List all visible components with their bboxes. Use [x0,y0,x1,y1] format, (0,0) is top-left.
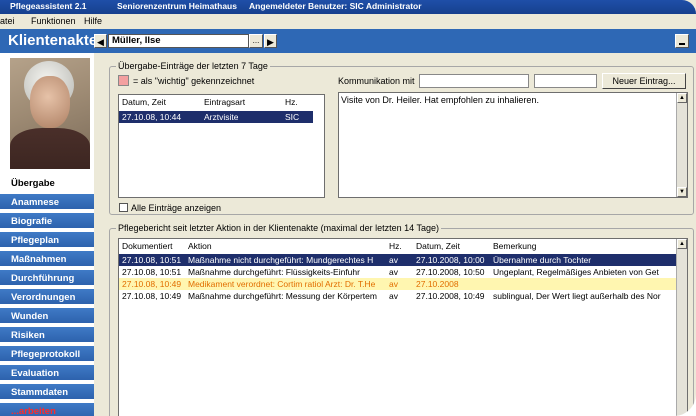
row-hz: av [389,279,398,289]
sidebar-item-arbeiten[interactable]: ...arbeiten [0,403,94,416]
col-header-datetime: Datum, Zeit [122,97,166,107]
important-legend: = als "wichtig" gekennzeichnet [133,76,255,86]
scroll-up-icon[interactable]: ▲ [677,93,687,103]
sidebar-item-verordnungen[interactable]: Verordnungen [0,289,94,306]
report-group-title: Pflegebericht seit letzter Aktion in der… [116,223,442,233]
menu-help[interactable]: Hilfe [84,14,102,28]
row-action: Maßnahme nicht durchgeführt: Mundgerecht… [188,255,374,265]
col-header-remark: Bemerkung [493,241,537,251]
report-scrollbar[interactable]: ▲ [676,239,687,416]
scroll-up-icon[interactable]: ▲ [677,239,687,249]
scroll-down-icon[interactable]: ▼ [677,187,687,197]
row-hz: av [389,255,398,265]
row-date: 27.10.2008 [416,279,459,289]
row-date: 27.10.2008, 10:00 [416,255,485,265]
sidebar-item-pflegeprotokoll[interactable]: Pflegeprotokoll [0,346,94,363]
sidebar-item-massnahmen[interactable]: Maßnahmen [0,251,94,268]
row-documented: 27.10.08, 10:51 [122,267,182,277]
col-header-type: Eintragsart [204,97,246,107]
show-all-checkbox[interactable] [119,203,128,212]
table-row[interactable]: 27.10.08, 10:51 Maßnahme nicht durchgefü… [119,254,676,266]
entry-datetime: 27.10.08, 10:44 [122,112,182,122]
sidebar-item-uebergabe[interactable]: Übergabe [0,175,94,192]
handover-list[interactable]: Datum, Zeit Eintragsart Hz. 27.10.08, 10… [118,94,325,198]
entry-hz: SIC [285,112,300,122]
menu-bar: atei Funktionen Hilfe [0,14,696,28]
minimize-button[interactable] [675,34,689,48]
row-remark: sublingual, Der Wert liegt außerhalb des… [493,291,661,301]
handover-group-title: Übergabe-Einträge der letzten 7 Tage [116,61,270,71]
arrow-left-icon: ◀ [97,37,104,47]
logged-user: Angemeldeter Benutzer: SIC Administrator [249,1,422,11]
row-documented: 27.10.08, 10:49 [122,291,182,301]
sidebar-item-risiken[interactable]: Risiken [0,327,94,344]
sidebar-item-biografie[interactable]: Biografie [0,213,94,230]
col-header-hz: Hz. [389,241,402,251]
row-documented: 27.10.08, 10:49 [122,279,182,289]
client-name-field[interactable]: Müller, Ilse [108,34,249,48]
app-title: Pflegeassistent 2.1 [10,1,87,11]
prev-client-button[interactable]: ◀ [94,34,107,48]
row-hz: av [389,291,398,301]
report-table[interactable]: Dokumentiert Aktion Hz. Datum, Zeit Beme… [118,238,688,416]
facility-name: Seniorenzentrum Heimathaus [117,1,237,11]
sidebar-item-anamnese[interactable]: Anamnese [0,194,94,211]
title-bar: Pflegeassistent 2.1 Seniorenzentrum Heim… [0,0,696,14]
sidebar-item-wunden[interactable]: Wunden [0,308,94,325]
sidebar: Übergabe Anamnese Biografie Pflegeplan M… [0,53,94,416]
table-row[interactable]: 27.10.08, 10:51 Maßnahme durchgeführt: F… [119,266,676,278]
col-header-documented: Dokumentiert [122,241,173,251]
entry-type: Arztvisite [204,112,239,122]
sidebar-item-durchfuehrung[interactable]: Durchführung [0,270,94,287]
table-row[interactable]: 27.10.08, 10:49 Medikament verordnet: Co… [119,278,676,290]
sidebar-item-evaluation[interactable]: Evaluation [0,365,94,382]
show-all-label: Alle Einträge anzeigen [131,203,222,213]
row-action: Medikament verordnet: Cortim ratiol Arzt… [188,279,376,289]
row-date: 27.10.2008, 10:49 [416,291,485,301]
new-entry-button[interactable]: Neuer Eintrag... [602,73,686,89]
handover-text[interactable]: Visite von Dr. Heiler. Hat empfohlen zu … [338,92,688,198]
client-photo [10,58,90,169]
row-action: Maßnahme durchgeführt: Flüssigkeits-Einf… [188,267,360,277]
table-row[interactable]: 27.10.08, 10:49 Maßnahme durchgeführt: M… [119,290,676,302]
row-remark: Übernahme durch Tochter [493,255,592,265]
row-remark: Ungeplant, Regelmäßiges Anbieten von Get [493,267,659,277]
next-client-button[interactable]: ▶ [264,34,277,48]
col-header-hz: Hz. [285,97,298,107]
col-header-action: Aktion [188,241,212,251]
handover-text-content: Visite von Dr. Heiler. Hat empfohlen zu … [341,95,539,105]
communication-label: Kommunikation mit [338,76,415,86]
communication-field-1[interactable] [419,74,529,88]
col-header-date: Datum, Zeit [416,241,460,251]
menu-functions[interactable]: Funktionen [31,14,76,28]
communication-field-2[interactable] [534,74,597,88]
menu-file[interactable]: atei [0,14,15,28]
client-select-button[interactable]: ... [249,34,263,48]
row-action: Maßnahme durchgeführt: Messung der Körpe… [188,291,377,301]
row-date: 27.10.2008, 10:50 [416,267,485,277]
list-item[interactable]: 27.10.08, 10:44 Arztvisite SIC [119,111,313,123]
arrow-right-icon: ▶ [267,37,274,47]
client-header: Klientenakte ◀ Müller, Ilse ... ▶ [0,29,696,53]
row-documented: 27.10.08, 10:51 [122,255,182,265]
important-marker [118,75,129,86]
sidebar-item-pflegeplan[interactable]: Pflegeplan [0,232,94,249]
text-scrollbar[interactable]: ▲ ▼ [676,93,687,197]
app-window: Pflegeassistent 2.1 Seniorenzentrum Heim… [0,0,696,416]
page-title: Klientenakte [8,32,98,49]
sidebar-item-stammdaten[interactable]: Stammdaten [0,384,94,401]
row-hz: av [389,267,398,277]
